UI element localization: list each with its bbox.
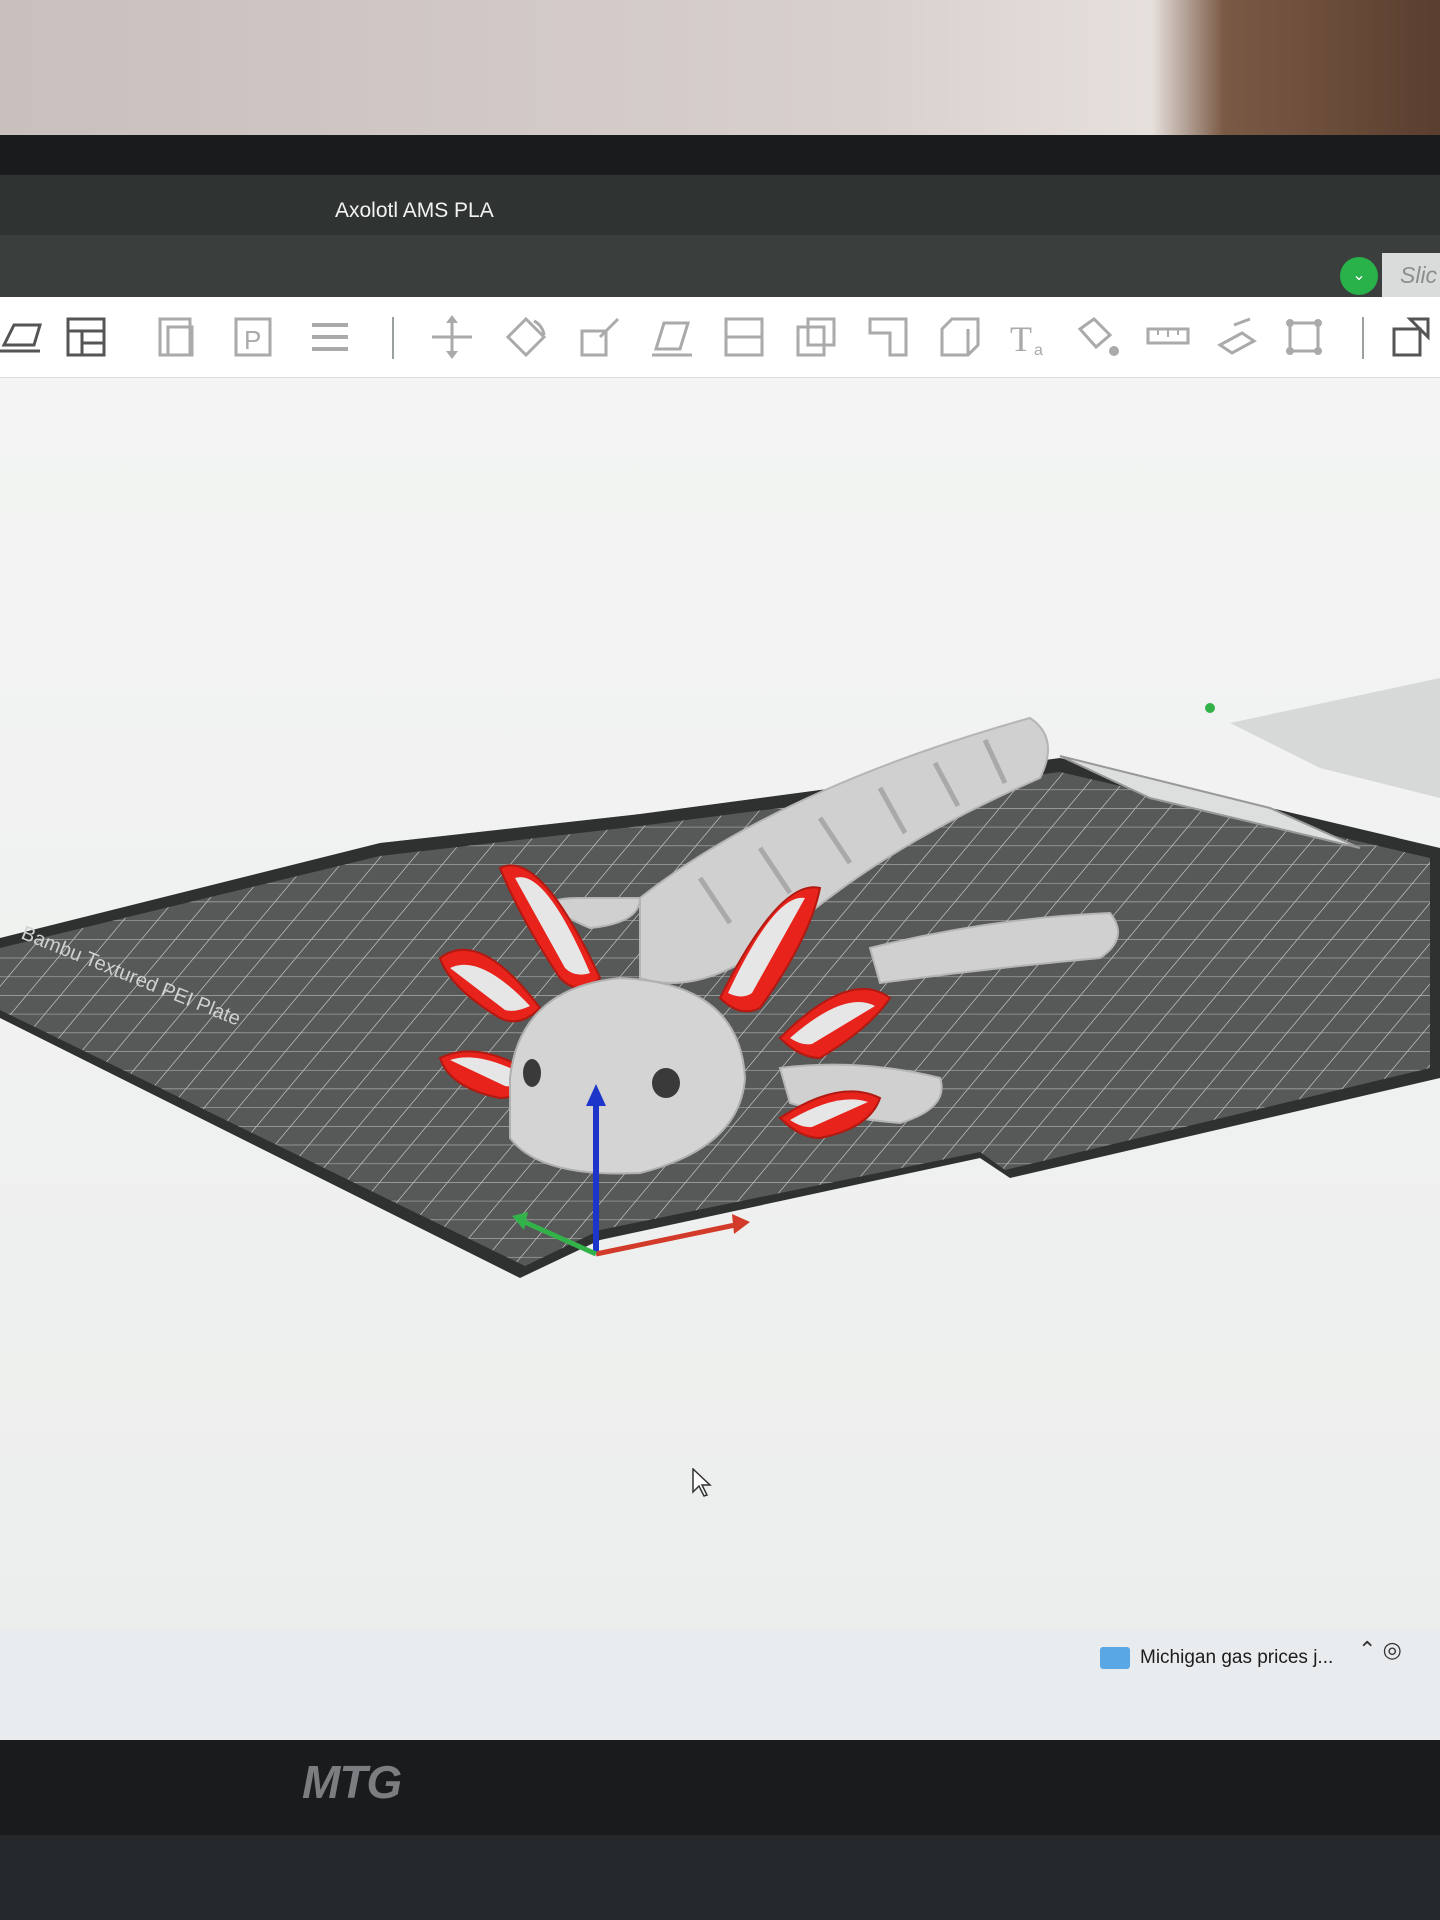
slice-plate-button[interactable]: Slic: [1382, 253, 1440, 297]
orient-icon[interactable]: [156, 315, 200, 359]
view-icon[interactable]: [1390, 315, 1434, 359]
assembly-icon[interactable]: [1214, 315, 1258, 359]
chevron-up-icon[interactable]: ⌃: [1358, 1637, 1376, 1662]
scale-icon[interactable]: [578, 315, 622, 359]
monitor-screen: Axolotl AMS PLA ⌄ Slic P Ta Bambu Textur…: [0, 175, 1440, 1740]
toolbar: P Ta: [0, 297, 1440, 378]
measure-icon[interactable]: [1146, 315, 1190, 359]
plate-p-icon[interactable]: P: [232, 315, 276, 359]
3d-viewport[interactable]: Bambu Textured PEI Plate: [0, 378, 1440, 1708]
layers-icon[interactable]: [308, 315, 352, 359]
header-bar: [0, 235, 1440, 297]
toolbar-separator: [392, 317, 394, 359]
text-icon[interactable]: Ta: [1008, 315, 1052, 359]
monitor-brand-logo: MTG: [302, 1756, 402, 1808]
build-plate-scene[interactable]: Bambu Textured PEI Plate: [0, 378, 1440, 1708]
lay-on-face-icon[interactable]: [650, 315, 694, 359]
left-eye: [523, 1059, 541, 1087]
right-eye: [652, 1068, 680, 1098]
color-paint-icon[interactable]: [1076, 315, 1120, 359]
mouse-cursor-icon: [692, 1468, 712, 1497]
tray-app-icon[interactable]: ◎: [1383, 1637, 1402, 1662]
boolean-icon[interactable]: [794, 315, 838, 359]
window-title: Axolotl AMS PLA: [335, 199, 494, 222]
cut-icon[interactable]: [722, 315, 766, 359]
news-widget[interactable]: Michigan gas prices j...: [1100, 1640, 1333, 1676]
secondary-plate[interactable]: [1205, 678, 1440, 798]
toolbar-separator: [1362, 317, 1364, 359]
split-icon[interactable]: [938, 315, 982, 359]
move-icon[interactable]: [430, 315, 474, 359]
rotate-icon[interactable]: [504, 315, 548, 359]
chevron-down-icon: ⌄: [1352, 267, 1366, 284]
news-text: Michigan gas prices j...: [1140, 1647, 1334, 1668]
support-paint-icon[interactable]: [866, 315, 910, 359]
svg-text:a: a: [1034, 342, 1043, 359]
arrange-icon[interactable]: [64, 315, 108, 359]
fit-icon[interactable]: [1282, 315, 1326, 359]
svg-text:P: P: [244, 325, 261, 355]
title-bar: Axolotl AMS PLA: [0, 175, 1440, 235]
svg-text:T: T: [1010, 319, 1032, 359]
add-plate-icon[interactable]: [0, 315, 44, 359]
desk-area: [0, 1835, 1440, 1920]
slice-dropdown-toggle[interactable]: ⌄: [1340, 257, 1378, 295]
news-icon: [1100, 1647, 1130, 1669]
system-tray[interactable]: ⌃ ◎: [1358, 1637, 1402, 1663]
